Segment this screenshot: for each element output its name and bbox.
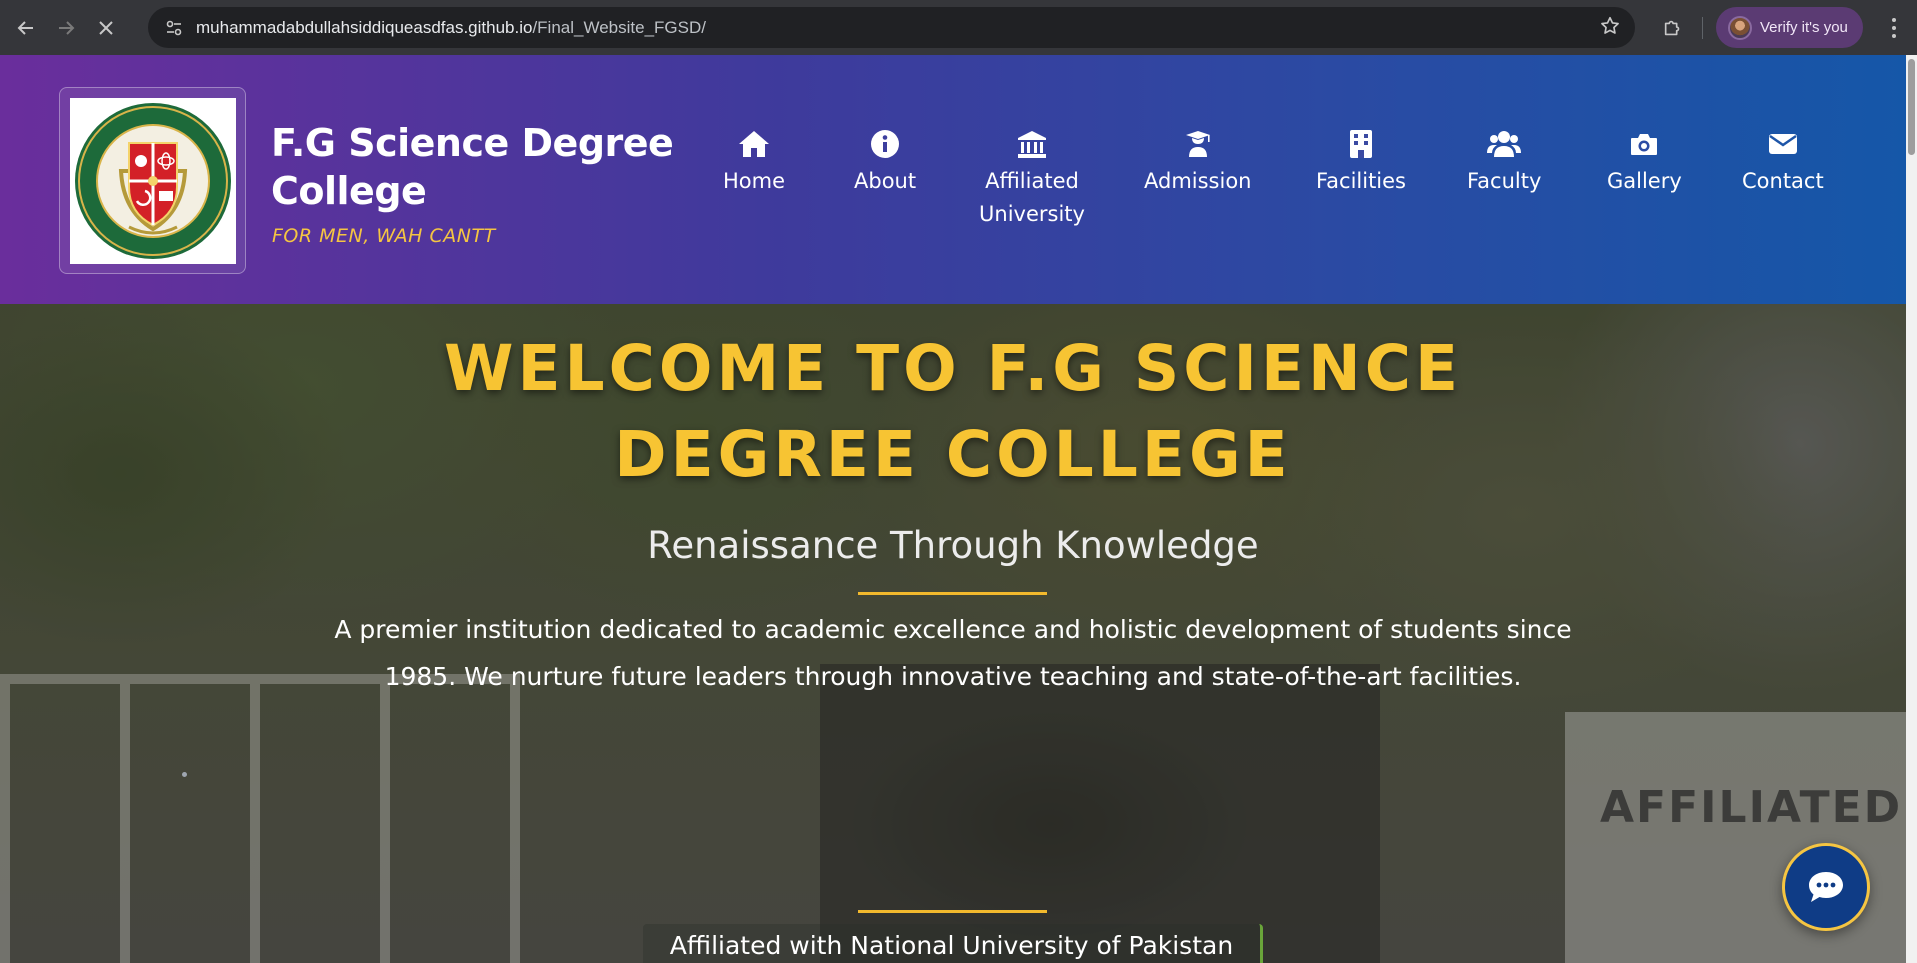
arrow-right-icon: [59, 20, 75, 35]
back-button[interactable]: [6, 8, 46, 48]
college-logo: [69, 97, 236, 264]
affiliation-badge: Affiliated with National University of P…: [643, 924, 1263, 963]
forward-button[interactable]: [46, 8, 86, 48]
browser-toolbar: muhammadabdullahsiddiqueasdfas.github.io…: [0, 0, 1917, 55]
nav-about-label: About: [854, 169, 917, 193]
scrollbar-thumb[interactable]: [1908, 59, 1915, 155]
address-bar[interactable]: muhammadabdullahsiddiqueasdfas.github.io…: [148, 7, 1635, 48]
extensions-button[interactable]: [1653, 8, 1693, 48]
chat-button[interactable]: [1782, 843, 1870, 931]
nav-gallery[interactable]: Gallery: [1607, 129, 1682, 198]
url-path: /Final_Website_FGSD/: [532, 17, 706, 37]
site-header: F.G Science Degree College FOR MEN, WAH …: [0, 55, 1906, 304]
graduation-cap-icon: [1144, 129, 1252, 159]
site-info-button[interactable]: [154, 8, 194, 48]
hero-section: AFFILIATED WI WELCOME TO F.G SCIENCE DEG…: [0, 304, 1906, 963]
university-icon: [979, 129, 1085, 159]
nav-facilities[interactable]: Facilities: [1316, 129, 1406, 198]
cursor-dot: [182, 772, 187, 777]
nav-faculty[interactable]: Faculty: [1467, 129, 1541, 198]
home-icon: [723, 129, 785, 159]
close-icon: [99, 20, 113, 35]
menu-dot-icon: [1892, 18, 1896, 22]
nav-gallery-label: Gallery: [1607, 169, 1682, 193]
nav-contact-label: Contact: [1742, 169, 1824, 193]
chat-icon: [1809, 872, 1843, 902]
stop-loading-button[interactable]: [86, 8, 126, 48]
nav-home-label: Home: [723, 169, 786, 193]
nav-affiliated-label: Affiliated University: [979, 169, 1085, 226]
avatar: [1728, 15, 1752, 40]
page-scrollbar[interactable]: [1906, 55, 1917, 963]
college-name: F.G Science Degree College: [271, 121, 674, 213]
nav-faculty-label: Faculty: [1467, 169, 1542, 193]
tune-icon: [166, 20, 182, 35]
divider-line: [858, 592, 1047, 595]
building-icon: [1316, 129, 1406, 159]
divider-line: [858, 910, 1047, 913]
page-viewport: F.G Science Degree College FOR MEN, WAH …: [0, 55, 1906, 963]
nav-facilities-label: Facilities: [1316, 169, 1406, 193]
nav-admission-label: Admission: [1144, 169, 1252, 193]
users-icon: [1467, 129, 1541, 159]
envelope-icon: [1742, 129, 1824, 159]
menu-dot-icon: [1892, 26, 1896, 30]
url-host: muhammadabdullahsiddiqueasdfas.github.io: [196, 17, 533, 37]
toolbar-divider: [1702, 17, 1703, 39]
nav-contact[interactable]: Contact: [1742, 129, 1824, 198]
profile-label: Verify it's you: [1760, 19, 1848, 36]
camera-icon: [1607, 129, 1682, 159]
hero-tagline: Renaissance Through Knowledge: [647, 524, 1259, 567]
hero-description: A premier institution dedicated to acade…: [334, 615, 1572, 691]
college-location: FOR MEN, WAH CANTT: [272, 225, 496, 247]
college-logo-link[interactable]: [59, 87, 246, 274]
url-text: muhammadabdullahsiddiqueasdfas.github.io…: [196, 18, 706, 38]
browser-menu-button[interactable]: [1879, 8, 1909, 48]
college-crest-icon: [74, 102, 231, 259]
nav-about[interactable]: About: [854, 129, 916, 198]
profile-button[interactable]: Verify it's you: [1716, 7, 1863, 48]
nav-home[interactable]: Home: [723, 129, 785, 198]
menu-dot-icon: [1892, 34, 1896, 38]
nav-affiliated-university[interactable]: Affiliated University: [979, 129, 1085, 231]
bookmark-star-icon[interactable]: [1599, 15, 1621, 42]
nav-admission[interactable]: Admission: [1144, 129, 1252, 198]
hero-title: WELCOME TO F.G SCIENCE DEGREE COLLEGE: [443, 332, 1463, 491]
info-icon: [854, 129, 916, 159]
puzzle-icon: [1664, 20, 1680, 36]
arrow-left-icon: [17, 20, 33, 35]
